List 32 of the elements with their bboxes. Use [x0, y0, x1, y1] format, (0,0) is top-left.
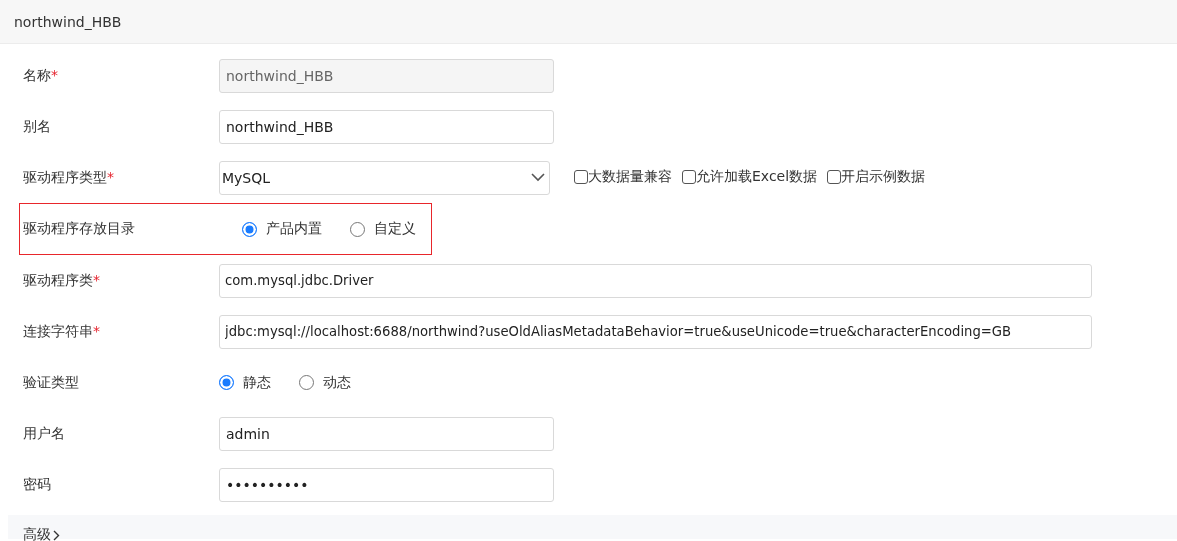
field-label: 驱动程序类型*: [22, 168, 115, 187]
checkbox-label: 允许加载Excel数据: [696, 167, 818, 186]
select-field[interactable]: MySQL: [219, 160, 550, 195]
radio-label: 自定义: [374, 220, 416, 238]
field-label: 名称*: [22, 66, 59, 85]
advanced-toggle[interactable]: 高级: [23, 526, 60, 541]
field-label: 验证类型: [22, 373, 80, 392]
checkbox-label: 开启示例数据: [841, 167, 926, 186]
field-label: 密码: [22, 475, 52, 494]
checkbox-label: 大数据量兼容: [588, 167, 672, 186]
input-field[interactable]: jdbc:mysql://localhost:6688/northwind?useOldAliasMetadataBehavior=true&useUnicode=true&characterEncoding=GB: [219, 314, 1092, 349]
radio-button[interactable]: [219, 375, 234, 390]
checkbox[interactable]: [827, 169, 842, 184]
field-label: 用户名: [22, 424, 66, 443]
field-label: 别名: [22, 117, 52, 136]
input-field[interactable]: com.mysql.jdbc.Driver: [219, 263, 1092, 298]
radio-button[interactable]: [350, 221, 365, 237]
field-label: 驱动程序类*: [22, 271, 101, 290]
page-title: northwind_HBB: [14, 13, 122, 30]
radio-label: 动态: [323, 373, 351, 392]
input-field[interactable]: admin: [219, 416, 554, 451]
radio-button[interactable]: [299, 375, 314, 390]
field-label: 驱动程序存放目录: [22, 220, 136, 238]
chevron-down-icon: [531, 173, 545, 182]
input-field[interactable]: northwind_HBB: [219, 109, 554, 144]
radio-label: 产品内置: [266, 220, 322, 238]
radio-label: 静态: [243, 373, 271, 392]
radio-button[interactable]: [242, 221, 257, 237]
input-field[interactable]: ••••••••••: [219, 467, 554, 502]
checkbox[interactable]: [682, 169, 696, 184]
field-label: 连接字符串*: [22, 322, 101, 341]
checkbox[interactable]: [574, 169, 588, 184]
